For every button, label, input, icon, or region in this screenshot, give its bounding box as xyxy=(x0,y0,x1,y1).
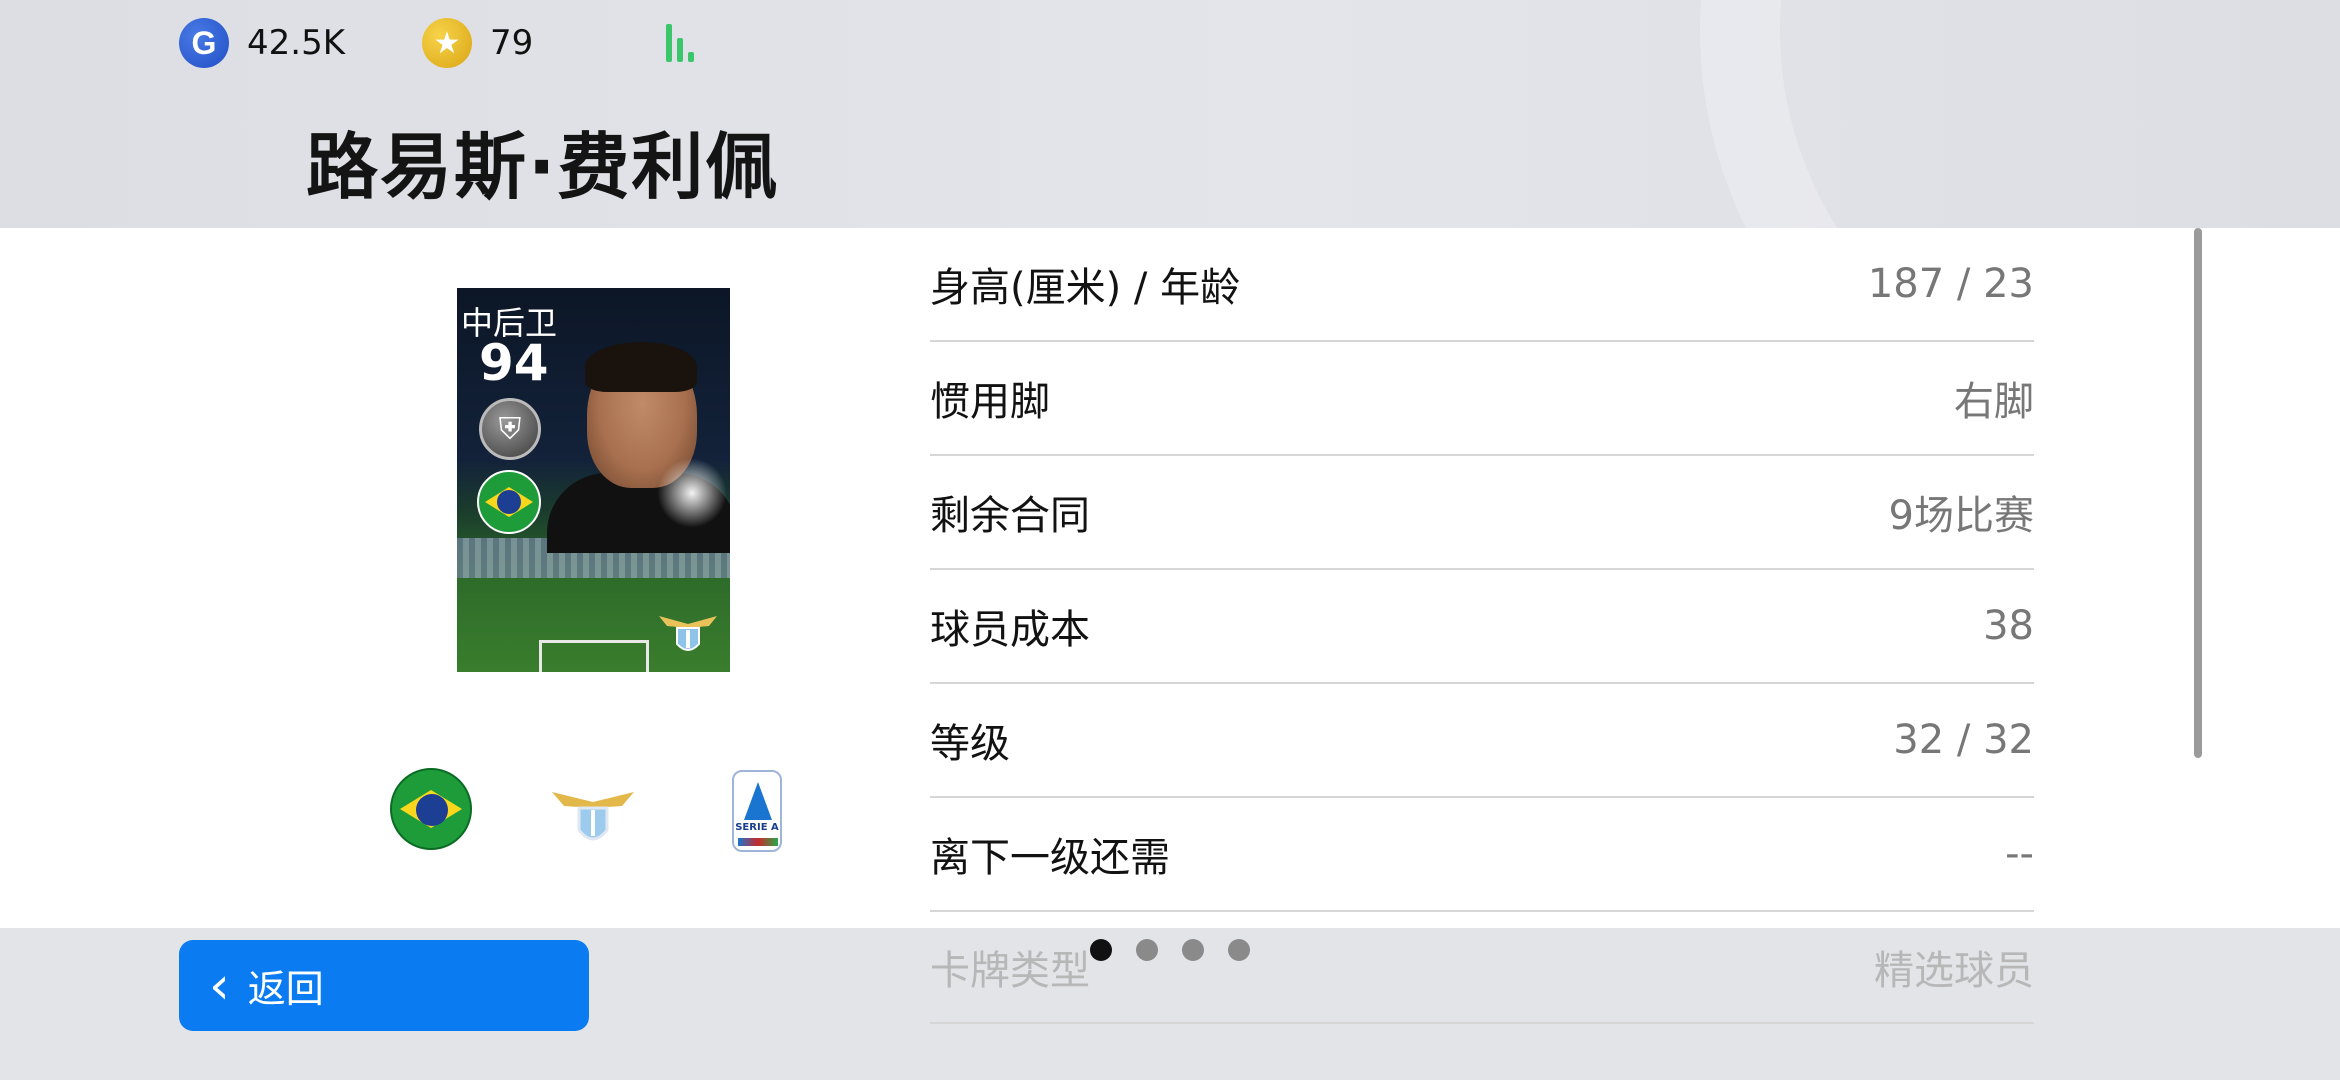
scrollbar[interactable] xyxy=(2194,228,2202,758)
back-button[interactable]: ‹ 返回 xyxy=(179,940,589,1031)
chevron-left-icon: ‹ xyxy=(209,955,230,1016)
foot-label: 惯用脚 xyxy=(930,379,1050,425)
next-level-label: 离下一级还需 xyxy=(930,835,1170,881)
foot-value: 右脚 xyxy=(1954,379,2034,425)
player-card[interactable]: 中后卫 94 xyxy=(457,288,730,672)
list-item: 惯用脚 右脚 xyxy=(930,342,2034,456)
list-item: 剩余合同 9场比赛 xyxy=(930,456,2034,570)
coin-value: 79 xyxy=(490,23,534,63)
coin-balance: ★ 79 xyxy=(422,18,533,68)
contract-label: 剩余合同 xyxy=(930,493,1090,539)
coin-icon: ★ xyxy=(422,18,472,68)
league-name: SERIE A xyxy=(735,822,779,833)
list-item: 等级 32 / 32 xyxy=(930,684,2034,798)
cost-value: 38 xyxy=(1983,603,2034,649)
card-shine xyxy=(657,458,727,528)
height-age-value: 187 / 23 xyxy=(1867,261,2034,307)
level-value: 32 / 32 xyxy=(1893,717,2034,763)
list-item: 卡牌类型 精选球员 xyxy=(930,912,2034,1024)
list-item: 球员成本 38 xyxy=(930,570,2034,684)
back-button-label: 返回 xyxy=(247,967,324,1011)
card-type-label: 卡牌类型 xyxy=(930,948,1090,994)
player-name: 路易斯·费利佩 xyxy=(306,125,780,209)
cost-label: 球员成本 xyxy=(930,607,1090,653)
brazil-flag-icon xyxy=(477,470,541,534)
next-level-value: -- xyxy=(2005,831,2034,877)
level-label: 等级 xyxy=(930,721,1010,767)
page-dot-2[interactable] xyxy=(1136,939,1158,961)
player-hair xyxy=(585,342,697,392)
list-item: 身高(厘米) / 年龄 187 / 23 xyxy=(930,228,2034,342)
page-dot-4[interactable] xyxy=(1228,939,1250,961)
skill-badge-icon xyxy=(479,398,541,460)
faded-list-area: 卡牌类型 精选球员 xyxy=(930,912,2034,1024)
card-type-value: 精选球员 xyxy=(1874,948,2034,994)
gp-value: 42.5K xyxy=(247,23,345,63)
page-dot-3[interactable] xyxy=(1182,939,1204,961)
signal-icon xyxy=(664,22,704,62)
league-badge[interactable]: SERIE A xyxy=(732,770,782,852)
player-info-list[interactable]: 身高(厘米) / 年龄 187 / 23 惯用脚 右脚 剩余合同 9场比赛 球员… xyxy=(930,228,2034,912)
club-badge[interactable] xyxy=(550,778,636,852)
lazio-crest-icon xyxy=(659,616,717,651)
list-item: 离下一级还需 -- xyxy=(930,798,2034,912)
page-indicator[interactable] xyxy=(1090,939,1250,961)
gp-icon: G xyxy=(179,18,229,68)
card-rating: 94 xyxy=(479,334,549,392)
contract-value: 9场比赛 xyxy=(1888,493,2034,539)
nationality-badge[interactable] xyxy=(390,768,472,850)
page-dot-1[interactable] xyxy=(1090,939,1112,961)
header-decoration xyxy=(1700,0,2340,228)
gp-balance: G 42.5K xyxy=(179,18,345,68)
height-age-label: 身高(厘米) / 年龄 xyxy=(930,265,1241,311)
goal-frame xyxy=(539,640,649,672)
